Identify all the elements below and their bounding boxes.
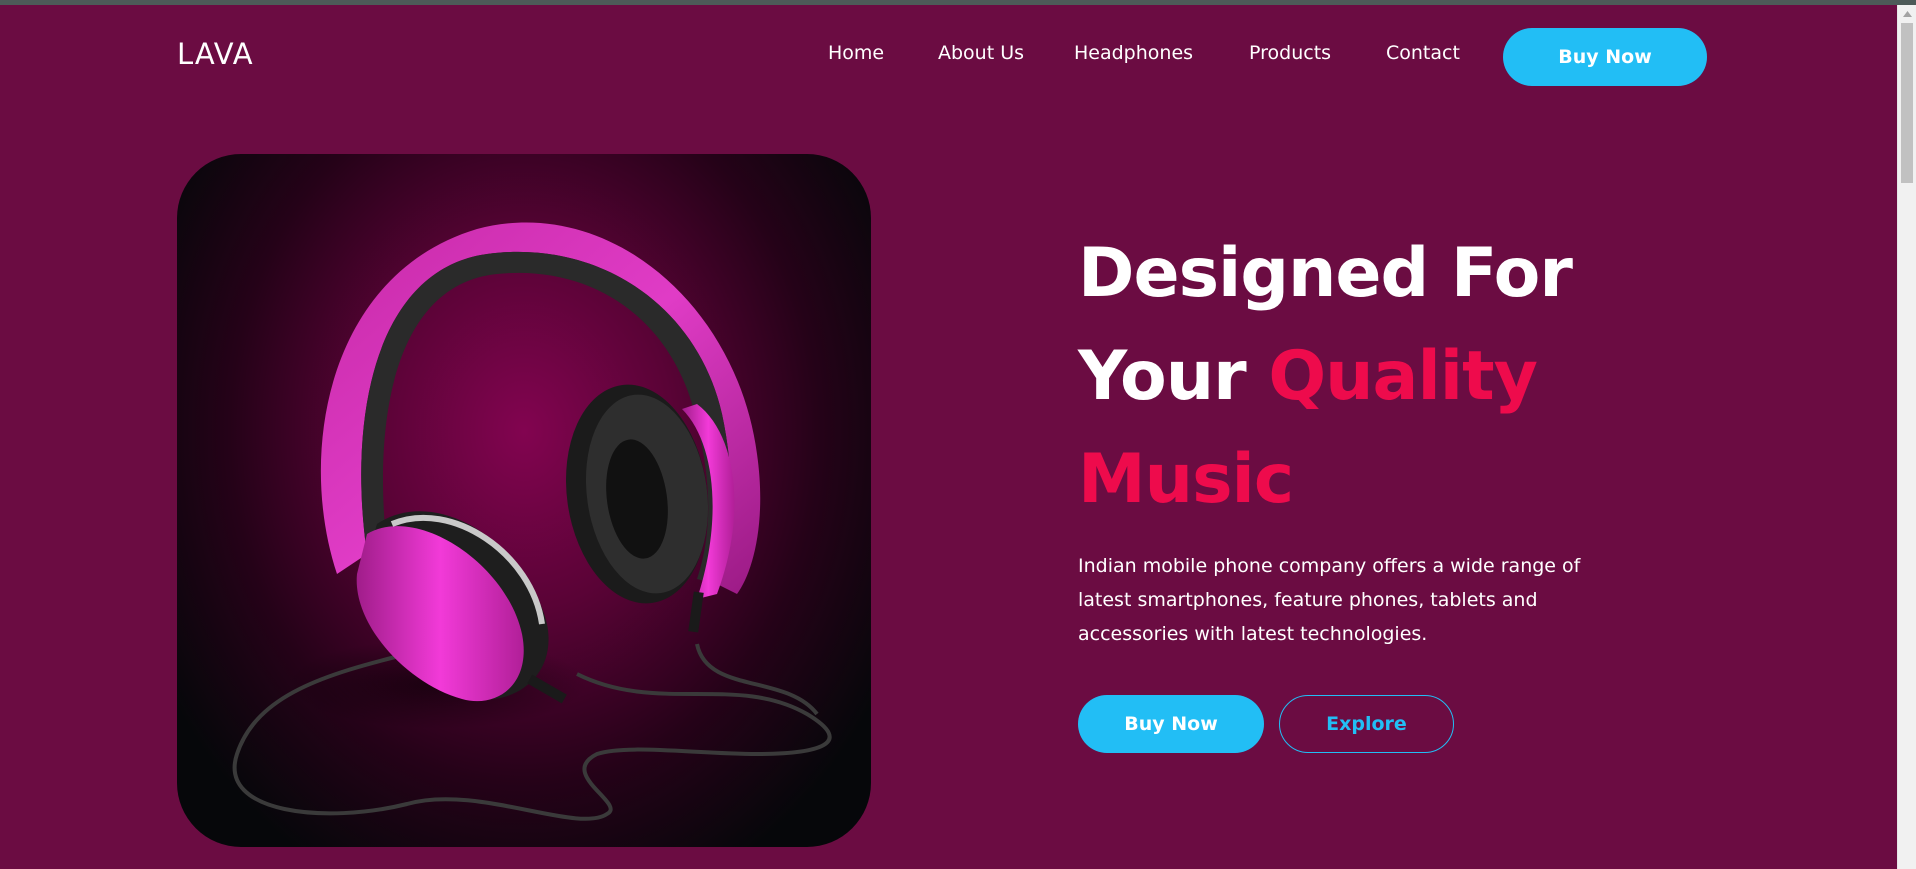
hero-description: Indian mobile phone company offers a wid… bbox=[1078, 555, 1581, 645]
hero-headline: Designed For Your Quality Music bbox=[1078, 222, 1638, 531]
headline-music: Music bbox=[1078, 440, 1294, 519]
nav-products[interactable]: Products bbox=[1249, 42, 1331, 64]
brand-logo[interactable]: LAVA bbox=[177, 37, 254, 71]
headphones-icon bbox=[232, 222, 832, 821]
hero-image-card bbox=[177, 154, 871, 847]
hero-buy-now-button[interactable]: Buy Now bbox=[1078, 695, 1264, 753]
nav-about-us[interactable]: About Us bbox=[938, 42, 1024, 64]
vertical-scrollbar[interactable] bbox=[1897, 5, 1916, 869]
scrollbar-thumb[interactable] bbox=[1901, 23, 1913, 183]
nav-headphones[interactable]: Headphones bbox=[1074, 42, 1193, 64]
scroll-up-arrow-icon[interactable] bbox=[1898, 5, 1916, 22]
header-buy-now-button[interactable]: Buy Now bbox=[1503, 28, 1707, 86]
nav-contact[interactable]: Contact bbox=[1386, 42, 1460, 64]
headline-line-1: Designed For bbox=[1078, 234, 1573, 313]
headline-your: Your bbox=[1078, 337, 1269, 416]
hero-explore-button[interactable]: Explore bbox=[1279, 695, 1454, 753]
nav-home[interactable]: Home bbox=[828, 42, 884, 64]
headline-line-2: Your Quality bbox=[1078, 325, 1638, 428]
headline-quality: Quality bbox=[1268, 337, 1538, 416]
